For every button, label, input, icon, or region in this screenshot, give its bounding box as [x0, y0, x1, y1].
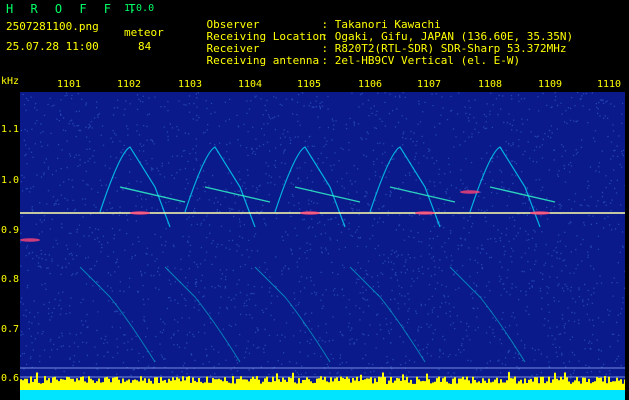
x-tick-1103: 1103 [178, 79, 203, 90]
datetime: 25.07.28 11:00 [6, 40, 99, 53]
spectrogram-canvas [20, 92, 625, 400]
x-tick-1110: 1110 [597, 79, 622, 90]
noise-speckle [20, 92, 625, 380]
x-tick-1104: 1104 [238, 79, 263, 90]
x-tick-1107: 1107 [417, 79, 442, 90]
app-version: 1.0.0 [124, 3, 155, 14]
x-tick-1102: 1102 [117, 79, 142, 90]
y-axis-unit: kHz [1, 76, 20, 87]
y-tick-0-8: 0.8 [1, 274, 20, 285]
meteor-label: meteor [124, 26, 164, 39]
meteor-count: 84 [138, 40, 152, 53]
y-tick-1-1: 1.1 [1, 124, 20, 135]
y-tick-1-0: 1.0 [1, 175, 20, 186]
y-tick-0-7: 0.7 [1, 324, 20, 335]
x-tick-1101: 1101 [57, 79, 82, 90]
x-tick-1108: 1108 [478, 79, 503, 90]
filename: 2507281100.png [6, 20, 99, 33]
info-antenna: Receiving antenna: 2el-HB9CV Vertical (e… [206, 54, 521, 67]
x-tick-1105: 1105 [297, 79, 322, 90]
spectrogram-plot [20, 92, 625, 400]
meteor-intensity-strip [20, 372, 625, 400]
x-tick-1109: 1109 [538, 79, 563, 90]
y-tick-0-9: 0.9 [1, 225, 20, 236]
y-tick-0-6: 0.6 [1, 373, 20, 384]
x-tick-1106: 1106 [358, 79, 383, 90]
app-title: H R O F F T [6, 2, 141, 16]
hroff-window: H R O F F T 1.0.0 2507281100.png 25.07.2… [0, 0, 629, 400]
